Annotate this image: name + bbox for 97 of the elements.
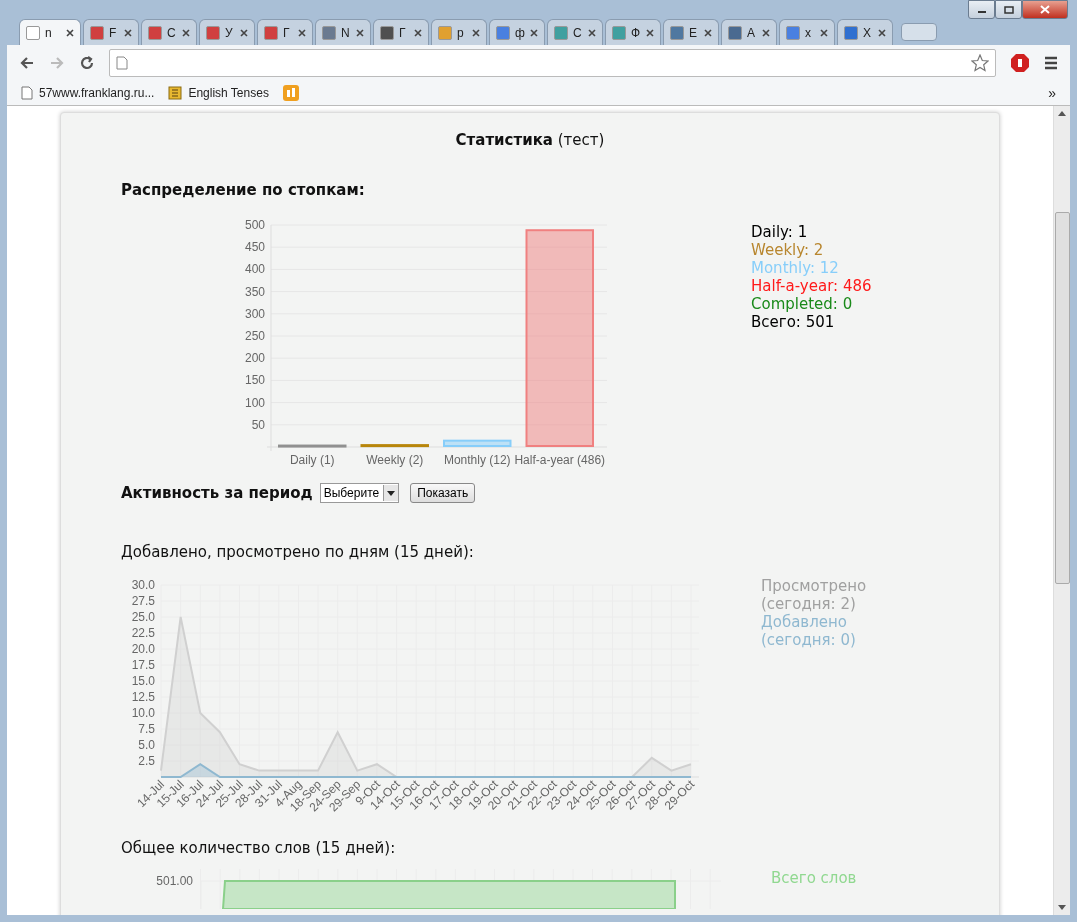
close-icon[interactable] xyxy=(588,28,596,37)
axis-tick-label: 5.0 xyxy=(138,738,155,752)
close-icon[interactable] xyxy=(240,28,248,37)
axis-tick-label: 12.5 xyxy=(131,690,155,704)
menu-icon[interactable] xyxy=(1044,55,1058,70)
axis-tick-label: 400 xyxy=(244,262,265,277)
browser-tab[interactable]: Ф xyxy=(605,19,661,45)
axis-tick-label: 22.5 xyxy=(131,626,155,640)
legend-entry: Просмотрено (сегодня: 2) xyxy=(761,577,868,613)
browser-tab[interactable]: p xyxy=(431,19,487,45)
bookmark[interactable]: English Tenses xyxy=(168,85,269,100)
browser-tab[interactable]: Г xyxy=(257,19,313,45)
axis-category-label: Daily (1) xyxy=(289,453,335,467)
close-icon xyxy=(1040,5,1050,14)
axis-tick-label: 150 xyxy=(244,373,265,388)
book-icon xyxy=(168,85,183,100)
close-icon[interactable] xyxy=(298,28,306,37)
browser-tab[interactable]: n xyxy=(19,19,81,45)
close-icon[interactable] xyxy=(762,28,770,37)
axis-tick-label: 30.0 xyxy=(131,578,155,592)
close-icon[interactable] xyxy=(820,28,828,37)
legend-entry: Всего: 501 xyxy=(751,313,836,331)
legend-entry: Completed: 0 xyxy=(751,295,854,313)
section-heading: Добавлено, просмотрено по дням (15 дней): xyxy=(121,543,475,561)
axis-tick-label: 25.0 xyxy=(131,610,155,624)
minimize-button[interactable] xyxy=(968,0,995,19)
section-heading: Активность за период xyxy=(121,484,313,502)
axis-tick-label: 17.5 xyxy=(131,658,155,672)
browser-tab[interactable]: E xyxy=(663,19,719,45)
reload-icon[interactable] xyxy=(79,54,95,71)
browser-tab[interactable]: C xyxy=(141,19,197,45)
section-heading: Общее количество слов (15 дней): xyxy=(121,839,397,857)
scrollbar[interactable] xyxy=(1053,106,1070,915)
axis-tick-label: 300 xyxy=(244,306,265,321)
browser-tab[interactable]: У xyxy=(199,19,255,45)
axis-tick-label: 450 xyxy=(244,240,265,255)
browser-tab[interactable]: A xyxy=(721,19,777,45)
legend-entry: Weekly: 2 xyxy=(751,241,825,259)
axis-tick-label: 200 xyxy=(244,351,265,366)
scroll-up-icon[interactable] xyxy=(1058,110,1066,116)
browser-tab[interactable]: X xyxy=(837,19,893,45)
page-icon xyxy=(116,55,128,70)
back-icon[interactable] xyxy=(19,54,35,71)
close-button[interactable] xyxy=(1022,0,1068,19)
browser-tab[interactable]: N xyxy=(315,19,371,45)
bar xyxy=(360,444,429,448)
close-icon[interactable] xyxy=(530,28,538,37)
close-icon[interactable] xyxy=(182,28,190,37)
close-icon[interactable] xyxy=(878,28,886,37)
axis-tick-label: 15.0 xyxy=(131,674,155,688)
star-icon[interactable] xyxy=(971,53,989,72)
axis-tick-label: 10.0 xyxy=(131,706,155,720)
page-title: Статистика (тест) xyxy=(454,131,606,149)
bookmark[interactable]: 57www.franklang.ru... xyxy=(21,85,155,100)
close-icon[interactable] xyxy=(356,28,364,37)
stop-sign-icon[interactable] xyxy=(1010,52,1030,73)
bar xyxy=(278,444,347,448)
axis-category-label: Monthly (12) xyxy=(443,453,511,467)
close-icon[interactable] xyxy=(646,28,654,37)
close-icon[interactable] xyxy=(414,28,422,37)
axis-tick-label: 350 xyxy=(244,284,265,299)
legend-entry: Half-a-year: 486 xyxy=(751,277,872,295)
browser-tab[interactable]: C xyxy=(547,19,603,45)
axis-tick-label: 500 xyxy=(244,218,265,232)
bar xyxy=(443,439,512,447)
axis-tick-label: 250 xyxy=(244,329,265,343)
maximize-button[interactable] xyxy=(995,0,1022,19)
browser-tab[interactable]: Г xyxy=(373,19,429,45)
axis-tick-label: 501.00 xyxy=(156,874,193,888)
scroll-down-icon[interactable] xyxy=(1058,905,1066,911)
legend-entry: Добавлено (сегодня: 0) xyxy=(761,613,857,649)
close-icon[interactable] xyxy=(124,28,132,37)
legend-entry: Всего слов xyxy=(771,869,858,887)
period-select[interactable]: Выберите xyxy=(319,483,400,503)
browser-tab[interactable]: F xyxy=(83,19,139,45)
scrollbar-thumb[interactable] xyxy=(1054,212,1070,584)
maximize-icon xyxy=(1003,5,1014,14)
legend-entry: Monthly: 12 xyxy=(751,259,840,277)
axis-category-label: Weekly (2) xyxy=(366,453,424,467)
legend-entry: Daily: 1 xyxy=(751,223,809,241)
browser-tab[interactable]: ф xyxy=(489,19,545,45)
close-icon[interactable] xyxy=(66,28,74,37)
section-heading: Распределение по стопкам: xyxy=(121,181,366,199)
axis-tick-label: 27.5 xyxy=(131,594,155,608)
show-button[interactable]: Показать xyxy=(410,483,476,503)
axis-category-label: Half-a-year (486) xyxy=(514,453,606,467)
axis-tick-label: 2.5 xyxy=(138,754,155,768)
axis-tick-label: 50 xyxy=(251,417,265,432)
browser-tab[interactable]: x xyxy=(779,19,835,45)
axis-tick-label: 7.5 xyxy=(138,722,155,736)
page-icon xyxy=(21,85,33,100)
axis-tick-label: 100 xyxy=(244,395,265,410)
close-icon[interactable] xyxy=(472,28,480,37)
axis-tick-label: 20.0 xyxy=(131,642,155,656)
more-bookmarks-button[interactable]: » xyxy=(1048,84,1056,101)
close-icon[interactable] xyxy=(704,28,712,37)
dropdown-arrow-icon xyxy=(387,490,396,496)
